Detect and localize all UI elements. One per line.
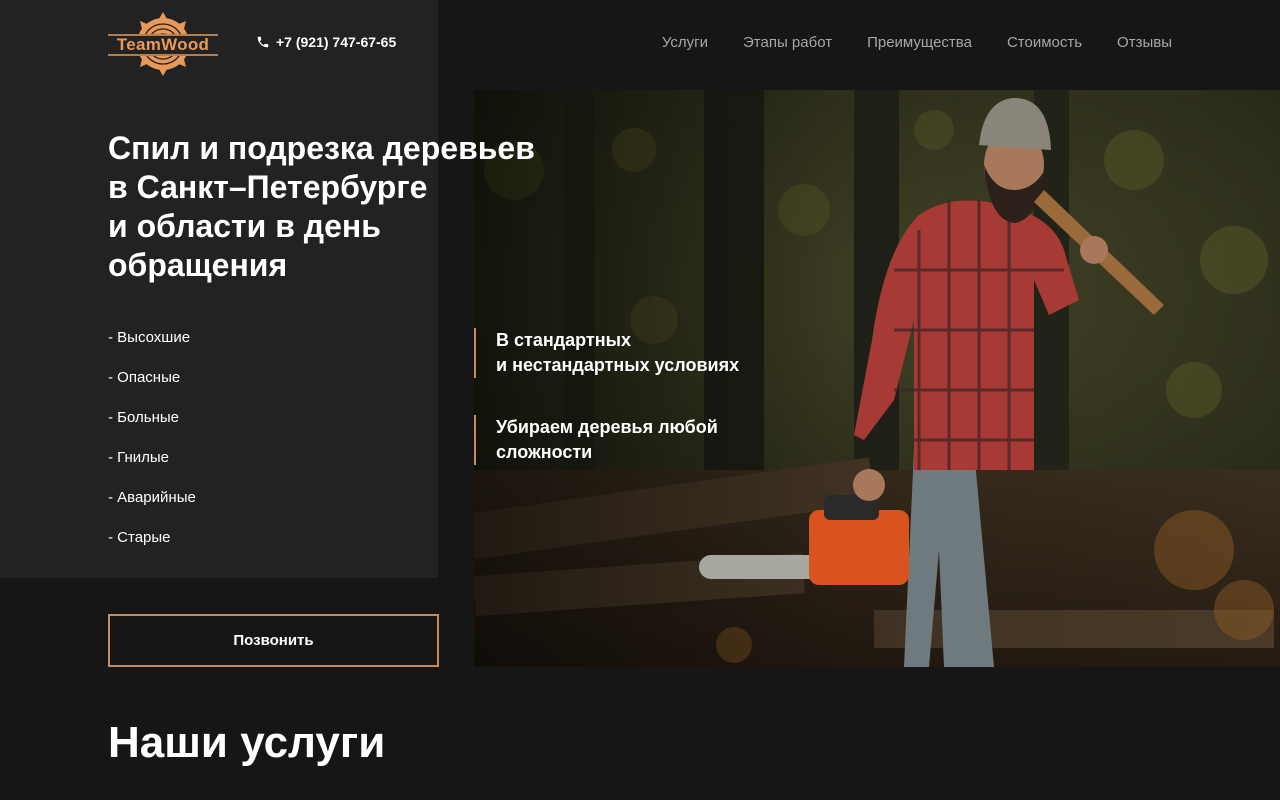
feature-complexity: Убираем деревья любой сложности bbox=[474, 415, 718, 465]
logo-text: TeamWood bbox=[116, 35, 210, 54]
services-heading: Наши услуги bbox=[108, 718, 386, 767]
list-item: - Больные bbox=[108, 409, 179, 426]
nav-link-advantages[interactable]: Преимущества bbox=[867, 34, 972, 51]
list-item: - Гнилые bbox=[108, 449, 169, 466]
hero-title: Спил и подрезка деревьев в Санкт–Петербу… bbox=[108, 130, 535, 283]
list-item: - Опасные bbox=[108, 369, 181, 386]
call-button[interactable]: Позвонить bbox=[108, 614, 439, 667]
tree-types-list: - Высохшие - Опасные - Больные - Гнилые … bbox=[108, 329, 196, 569]
feature-conditions: В стандартных и нестандартных условиях bbox=[474, 328, 739, 378]
header-phone[interactable]: +7 (921) 747-67-65 bbox=[256, 34, 396, 50]
hero-image-lumberjack bbox=[474, 90, 1280, 667]
list-item: - Высохшие bbox=[108, 329, 191, 346]
nav-link-services[interactable]: Услуги bbox=[662, 34, 708, 51]
logo[interactable]: TeamWood bbox=[106, 8, 220, 80]
main-nav: Услуги Этапы работ Преимущества Стоимост… bbox=[662, 34, 1172, 51]
phone-icon bbox=[257, 36, 269, 48]
nav-link-reviews[interactable]: Отзывы bbox=[1117, 34, 1172, 51]
nav-link-stages[interactable]: Этапы работ bbox=[743, 34, 832, 51]
list-item: - Аварийные bbox=[108, 489, 196, 506]
nav-link-pricing[interactable]: Стоимость bbox=[1007, 34, 1082, 51]
phone-number: +7 (921) 747-67-65 bbox=[276, 34, 397, 50]
list-item: - Старые bbox=[108, 529, 171, 546]
hero-left-panel bbox=[0, 0, 438, 578]
